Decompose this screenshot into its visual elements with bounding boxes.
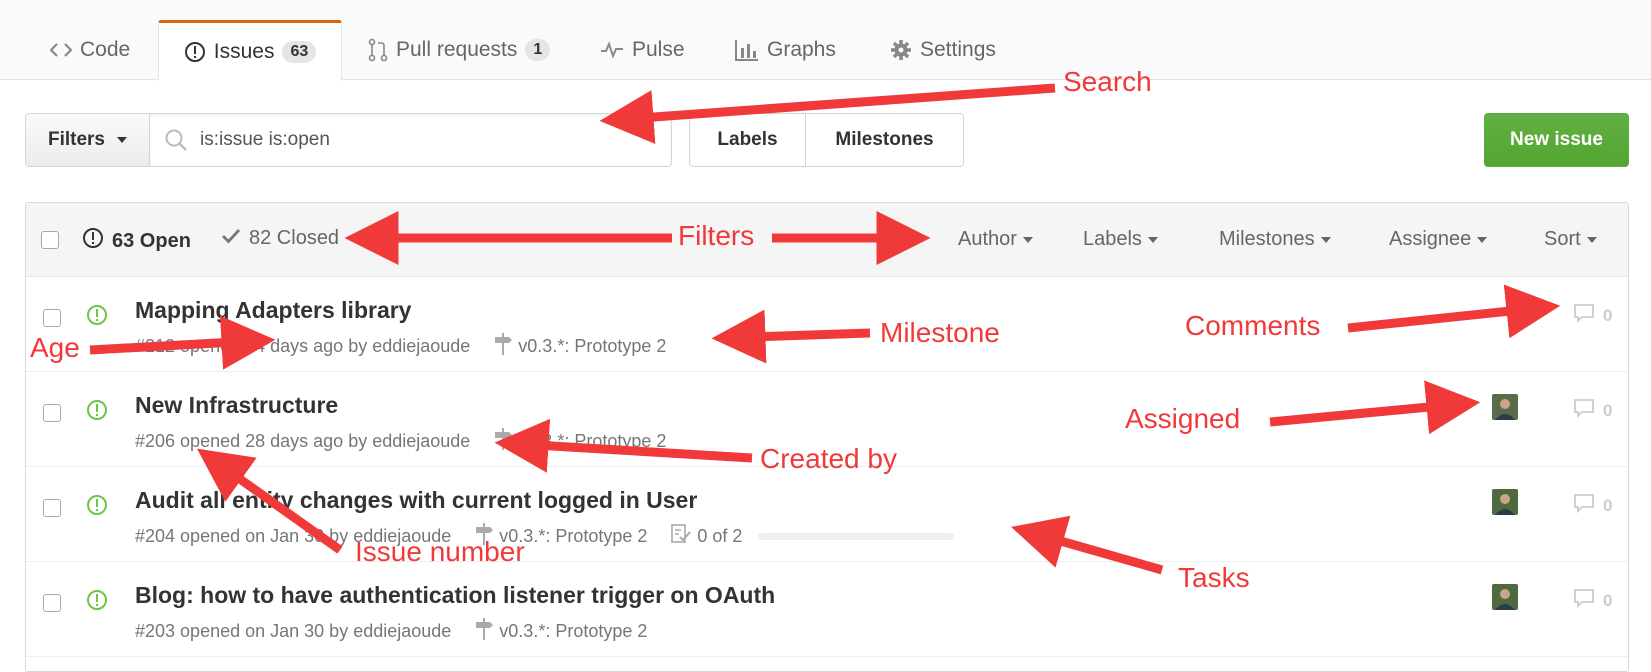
comments-arrow — [1347, 284, 1561, 339]
search-annotation: Search — [1063, 66, 1152, 97]
assigned-arrow — [1269, 380, 1481, 435]
age-arrow — [89, 315, 276, 370]
milestone-annotation: Milestone — [880, 317, 1000, 348]
created-by-arrow — [494, 418, 753, 473]
search-arrow — [599, 83, 1056, 144]
tasks-annotation: Tasks — [1178, 562, 1250, 593]
milestone-arrow — [711, 309, 871, 364]
age-annotation: Age — [30, 332, 80, 363]
tasks-arrow — [1011, 515, 1164, 575]
filters-annotation: Filters — [678, 220, 755, 251]
assigned-annotation: Assigned — [1125, 403, 1241, 434]
issue-number-annotation: Issue number — [355, 536, 525, 567]
issue-number-arrow — [196, 448, 343, 554]
annotation-arrows — [89, 83, 1561, 575]
created-by-annotation: Created by — [760, 443, 897, 474]
comments-annotation: Comments — [1185, 310, 1321, 341]
